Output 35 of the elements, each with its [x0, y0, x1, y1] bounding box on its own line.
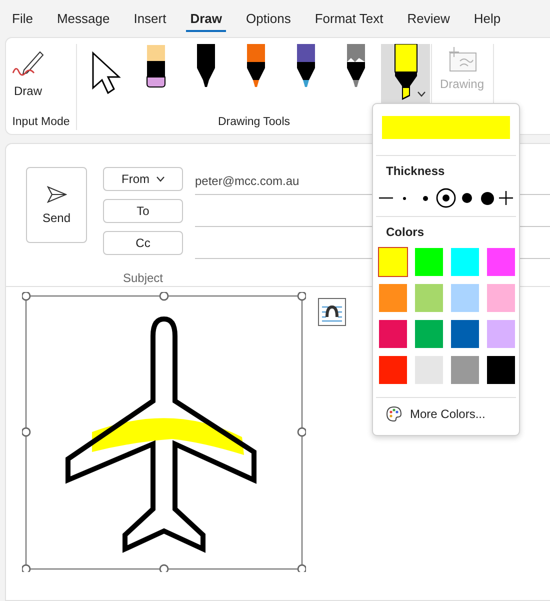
- subject-label: Subject: [122, 271, 164, 287]
- menu-tab[interactable]: Review: [403, 5, 454, 32]
- menu-tab[interactable]: Options: [242, 5, 295, 32]
- color-swatch[interactable]: [378, 247, 408, 277]
- thickness-title: Thickness: [385, 163, 446, 180]
- menu-tab[interactable]: Insert: [130, 5, 170, 32]
- caret-icon: [417, 91, 426, 97]
- colors-title: Colors: [385, 224, 426, 241]
- thickness-option[interactable]: [403, 196, 406, 200]
- plus-icon[interactable]: [498, 190, 514, 206]
- palette-icon: [386, 406, 402, 422]
- send-button[interactable]: Send: [26, 167, 87, 243]
- more-colors-button[interactable]: More Colors...: [373, 398, 519, 430]
- thickness-option[interactable]: [422, 196, 428, 200]
- group-label: Drawing Tools: [216, 116, 291, 130]
- menu-tab[interactable]: Help: [470, 5, 505, 32]
- chevron-icon: [156, 176, 164, 182]
- pointer-icon: [90, 51, 120, 95]
- cc-button[interactable]: Cc: [103, 231, 183, 255]
- menu-tab[interactable]: Message: [52, 5, 114, 32]
- draw-button[interactable]: Draw: [6, 44, 50, 116]
- layout-options-icon[interactable]: [318, 298, 346, 326]
- to-button[interactable]: To: [103, 199, 183, 223]
- thickness-option[interactable]: [480, 192, 494, 204]
- menu-tab[interactable]: Format Text: [310, 5, 388, 32]
- eraser-icon: [146, 44, 166, 88]
- menu-tab[interactable]: Draw: [186, 5, 226, 32]
- drawing-tool-button[interactable]: [381, 44, 430, 105]
- canvas-icon: [446, 46, 478, 72]
- group-label: Input Mode: [11, 116, 71, 130]
- from-button[interactable]: From: [103, 167, 183, 191]
- menu-tab[interactable]: File: [8, 5, 37, 32]
- send-icon: [46, 186, 66, 202]
- selected-thickness-option[interactable]: [436, 188, 456, 208]
- thickness-option[interactable]: [462, 193, 472, 203]
